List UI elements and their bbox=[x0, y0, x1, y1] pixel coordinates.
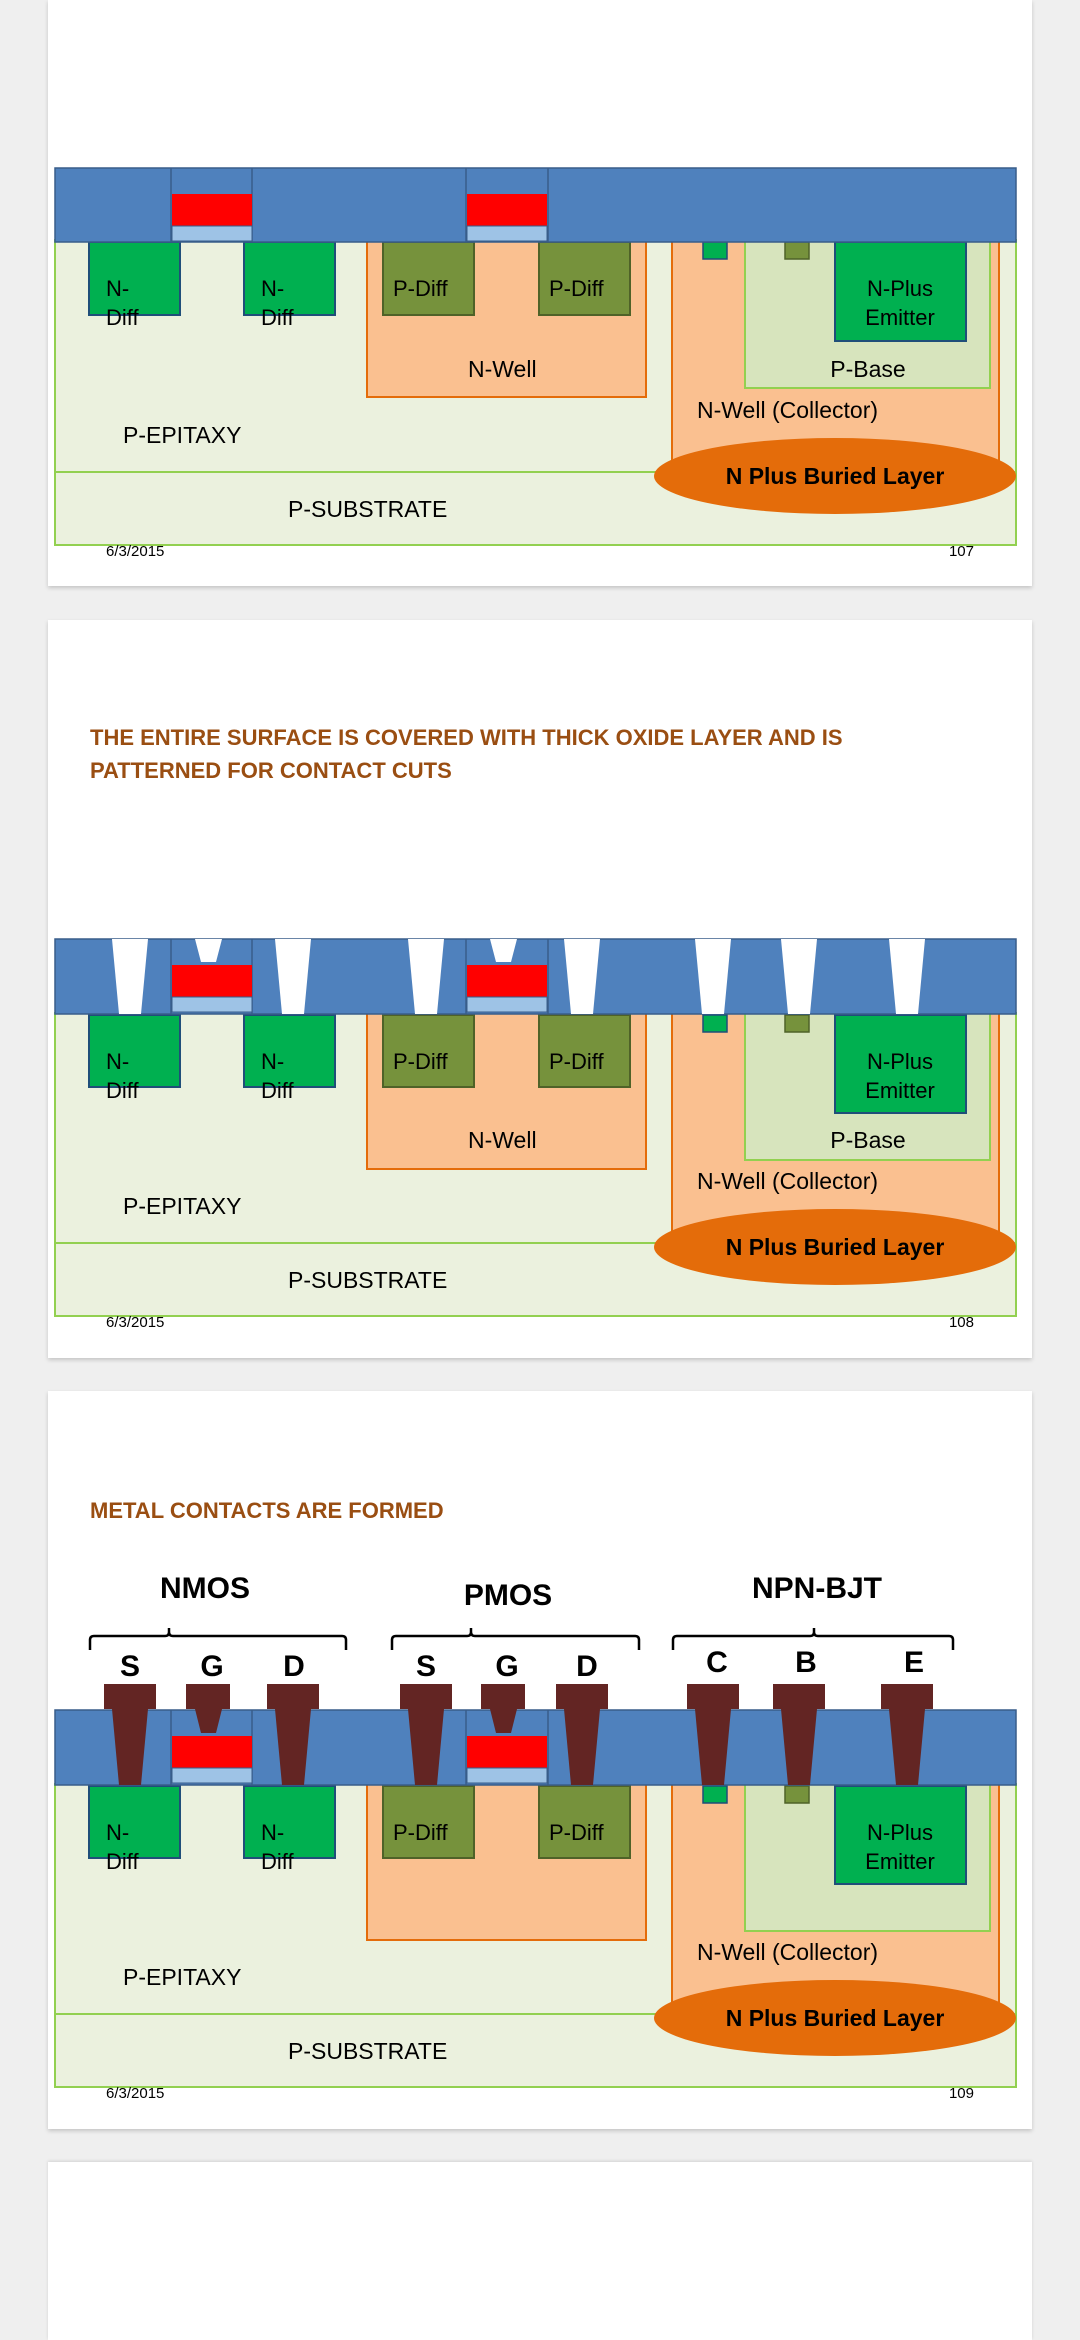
nmos-label: NMOS bbox=[160, 1572, 250, 1605]
cross-section-diagram: N Plus Buried Layer N- Diff N- Diff P-Di… bbox=[54, 167, 1017, 546]
p-diff-2-label: P-Diff bbox=[549, 276, 604, 301]
collector-contact bbox=[702, 241, 728, 260]
n-diff-2-label-b: Diff bbox=[261, 1078, 294, 1103]
p-substrate-label: P-SUBSTRATE bbox=[288, 496, 447, 522]
n-diff-2-label-b: Diff bbox=[261, 1849, 294, 1874]
n-well-collector-label: N-Well (Collector) bbox=[697, 1168, 878, 1194]
base-contact bbox=[784, 1014, 810, 1033]
gate-oxide-pmos bbox=[466, 996, 548, 1013]
n-plus-label-a: N-Plus bbox=[867, 1049, 933, 1074]
terminal-label-drain: D bbox=[283, 1650, 305, 1683]
base-contact bbox=[784, 1785, 810, 1804]
collector-contact bbox=[702, 1014, 728, 1033]
base-contact bbox=[784, 241, 810, 260]
terminal-label-source: S bbox=[416, 1650, 436, 1683]
terminal-label-source: S bbox=[120, 1650, 140, 1683]
gate-oxide-pmos bbox=[466, 225, 548, 242]
n-diff-1-label-b: Diff bbox=[106, 1849, 139, 1874]
n-well-collector-label: N-Well (Collector) bbox=[697, 1939, 878, 1965]
n-diff-2 bbox=[243, 1014, 336, 1088]
n-well-label: N-Well bbox=[468, 1127, 537, 1153]
n-diff-2-label-a: N- bbox=[261, 276, 284, 301]
p-base-label: P-Base bbox=[830, 356, 905, 382]
p-diff-1-label: P-Diff bbox=[393, 276, 448, 301]
npn-bjt-label: NPN-BJT bbox=[752, 1572, 882, 1605]
p-epitaxy-label: P-EPITAXY bbox=[123, 1193, 241, 1219]
p-diff-1-label: P-Diff bbox=[393, 1049, 448, 1074]
n-diff-1-label-b: Diff bbox=[106, 1078, 139, 1103]
collector-contact bbox=[702, 1785, 728, 1804]
slide-date: 6/3/2015 bbox=[106, 1314, 165, 1331]
p-diff-1-label: P-Diff bbox=[393, 1820, 448, 1845]
slide-108: THE ENTIRE SURFACE IS COVERED WITH THICK… bbox=[48, 620, 1032, 1358]
n-diff-2-label-a: N- bbox=[261, 1820, 284, 1845]
n-diff-2-label-a: N- bbox=[261, 1049, 284, 1074]
p-substrate-label: P-SUBSTRATE bbox=[288, 1267, 447, 1293]
nmos-bracket bbox=[88, 1628, 348, 1650]
n-plus-label-b: Emitter bbox=[865, 1849, 935, 1874]
p-base-label: P-Base bbox=[830, 1127, 905, 1153]
n-diff-1-label-a: N- bbox=[106, 1820, 129, 1845]
pmos-bracket bbox=[390, 1628, 641, 1650]
poly-gate-pmos bbox=[467, 194, 547, 226]
terminal-label-drain: D bbox=[576, 1650, 598, 1683]
terminal-label-base: B bbox=[795, 1646, 817, 1679]
n-diff-2-label-b: Diff bbox=[261, 305, 294, 330]
gate-oxide-nmos bbox=[171, 996, 253, 1013]
pmos-label: PMOS bbox=[464, 1579, 552, 1612]
n-diff-1-label-b: Diff bbox=[106, 305, 139, 330]
buried-layer-label: N Plus Buried Layer bbox=[726, 2005, 945, 2031]
p-substrate-label: P-SUBSTRATE bbox=[288, 2038, 447, 2064]
poly-gate-pmos bbox=[467, 965, 547, 997]
n-well-label: N-Well bbox=[468, 356, 537, 382]
gate-oxide-nmos bbox=[171, 225, 253, 242]
n-well-collector-label: N-Well (Collector) bbox=[697, 397, 878, 423]
n-plus-label-a: N-Plus bbox=[867, 1820, 933, 1845]
gate-oxide-pmos bbox=[466, 1767, 548, 1784]
slide-number: 109 bbox=[948, 2085, 974, 2102]
slide-number: 107 bbox=[948, 543, 974, 560]
cross-section-diagram: N Plus Buried Layer N- Diff N- Diff P-Di… bbox=[54, 938, 1017, 1317]
cross-section-diagram: N Plus Buried Layer N- Diff N- Diff P-Di… bbox=[54, 1572, 1017, 2088]
p-epitaxy-label: P-EPITAXY bbox=[123, 422, 241, 448]
n-diff-1-label-a: N- bbox=[106, 1049, 129, 1074]
poly-gate-nmos bbox=[172, 1736, 252, 1768]
slide-date: 6/3/2015 bbox=[106, 543, 165, 560]
slide-110-partial bbox=[48, 2162, 1032, 2340]
terminal-label-emitter: E bbox=[904, 1646, 924, 1679]
terminal-label-collector: C bbox=[706, 1646, 728, 1679]
slide-109: METAL CONTACTS ARE FORMED N Plus Buried … bbox=[48, 1391, 1032, 2129]
slide-107: N Plus Buried Layer N- Diff N- Diff P-Di… bbox=[48, 0, 1032, 586]
poly-gate-nmos bbox=[172, 965, 252, 997]
slide-date: 6/3/2015 bbox=[106, 2085, 165, 2102]
n-plus-label-b: Emitter bbox=[865, 1078, 935, 1103]
p-diff-2-label: P-Diff bbox=[549, 1820, 604, 1845]
n-diff-1 bbox=[88, 1014, 181, 1088]
buried-layer-label: N Plus Buried Layer bbox=[726, 463, 945, 489]
buried-layer-label: N Plus Buried Layer bbox=[726, 1234, 945, 1260]
n-plus-label-b: Emitter bbox=[865, 305, 935, 330]
gate-oxide-nmos bbox=[171, 1767, 253, 1784]
poly-gate-pmos bbox=[467, 1736, 547, 1768]
p-epitaxy-label: P-EPITAXY bbox=[123, 1964, 241, 1990]
slide-number: 108 bbox=[948, 1314, 974, 1331]
n-plus-label-a: N-Plus bbox=[867, 276, 933, 301]
n-diff-2 bbox=[243, 1785, 336, 1859]
p-diff-2-label: P-Diff bbox=[549, 1049, 604, 1074]
n-diff-1 bbox=[88, 1785, 181, 1859]
terminal-label-gate: G bbox=[495, 1650, 518, 1683]
poly-gate-nmos bbox=[172, 194, 252, 226]
n-diff-1-label-a: N- bbox=[106, 276, 129, 301]
terminal-label-gate: G bbox=[200, 1650, 223, 1683]
